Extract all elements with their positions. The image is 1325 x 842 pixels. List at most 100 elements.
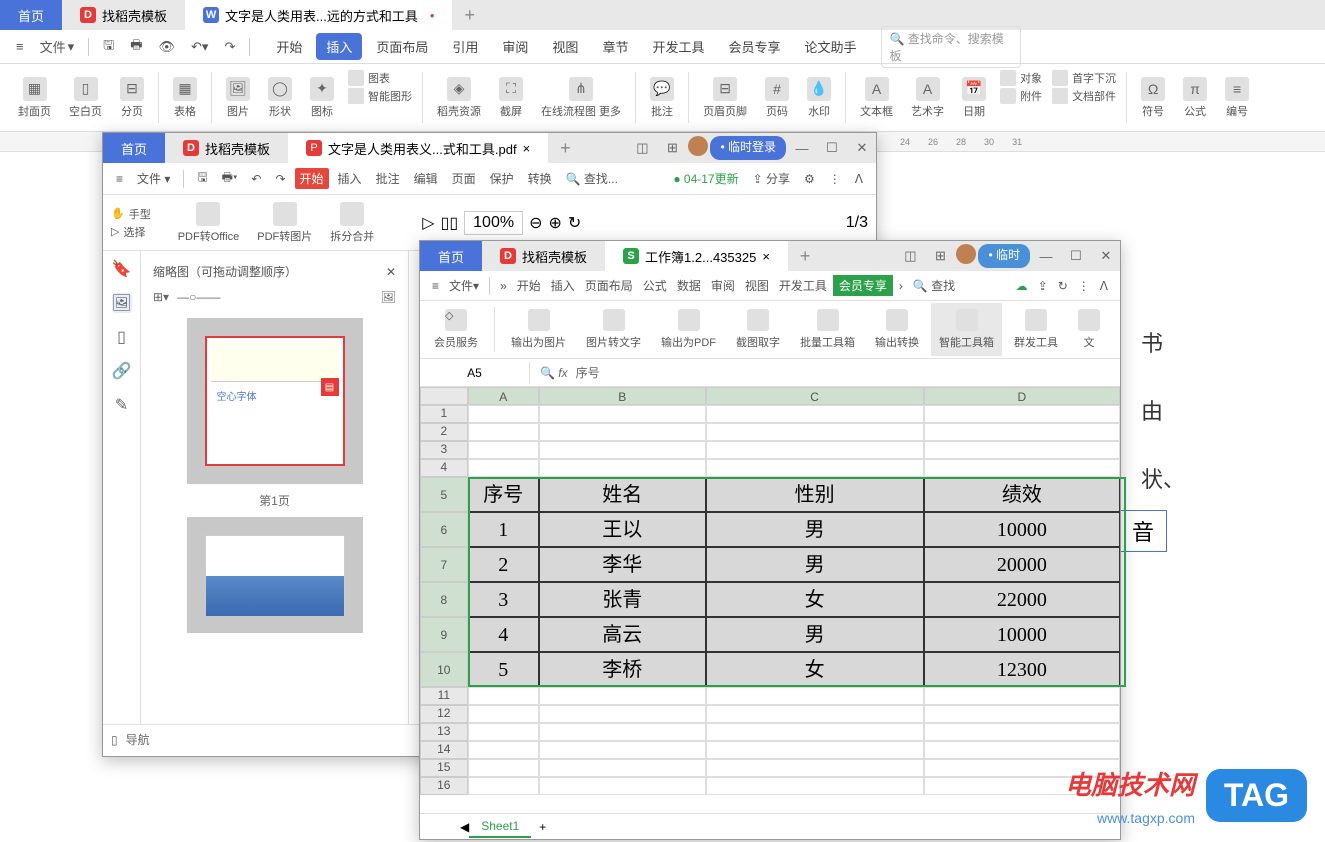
ss-login-button[interactable]: • 临时 <box>978 244 1030 268</box>
col-A[interactable]: A <box>468 387 539 405</box>
pdf-annot[interactable]: 批注 <box>371 168 405 189</box>
print-icon[interactable]: 🖶 <box>124 33 148 61</box>
rib-pageno[interactable]: #页码 <box>757 68 797 127</box>
rib-icon[interactable]: ✦图标 <box>302 68 342 127</box>
pdf-tab-doc[interactable]: P文字是人类用表义...式和工具.pdf × <box>288 133 548 163</box>
fx-icon[interactable]: 🔍 fx <box>540 366 568 380</box>
ss-rib-img2txt[interactable]: 图片转文字 <box>578 303 649 356</box>
tab-document[interactable]: W文字是人类用表...远的方式和工具• <box>185 0 452 30</box>
select-tool[interactable]: ▷ 选择 <box>111 224 151 240</box>
ss-dev[interactable]: 开发工具 <box>775 275 831 296</box>
gear-icon[interactable]: ⚙ <box>799 170 820 188</box>
pdf-tab-home[interactable]: 首页 <box>103 133 165 163</box>
thumb-page-2[interactable] <box>187 517 363 633</box>
rib-res[interactable]: ◈稻壳资源 <box>429 68 489 127</box>
menu-dev[interactable]: 开发工具 <box>642 33 714 60</box>
close-thumb-icon[interactable]: ✕ <box>386 265 396 279</box>
rib-chart[interactable]: 图表 <box>348 70 412 86</box>
rib-cover[interactable]: ▦封面页 <box>10 68 59 127</box>
rib-firstcap[interactable]: 首字下沉 <box>1052 70 1116 86</box>
ss-rib-group[interactable]: 群发工具 <box>1006 303 1066 356</box>
pdf-menu-icon[interactable]: ≡ <box>111 170 128 188</box>
nav-icon[interactable]: ▯ <box>111 733 118 747</box>
menu-icon[interactable]: ≡ <box>10 36 30 57</box>
link-icon[interactable]: 🔗 <box>112 361 132 381</box>
more-icon[interactable]: ⋮ <box>824 170 846 188</box>
update-badge[interactable]: ● 04-17更新 <box>668 168 743 189</box>
thumb-page-1[interactable]: 空心字体 ▤ <box>187 318 363 484</box>
ss-tab-home[interactable]: 首页 <box>420 241 482 271</box>
sign-icon[interactable]: ✎ <box>112 395 132 415</box>
pdf-to-img[interactable]: PDF转图片 <box>251 202 318 244</box>
login-button[interactable]: • 临时登录 <box>710 136 786 160</box>
cloud-icon[interactable]: ☁ <box>1012 277 1032 295</box>
pdf-convert[interactable]: 转换 <box>523 168 557 189</box>
pdf-to-office[interactable]: PDF转Office <box>172 202 246 244</box>
rib-crop[interactable]: ⛶截屏 <box>491 68 531 127</box>
tab-template[interactable]: D找稻壳模板 <box>62 0 185 30</box>
menu-ref[interactable]: 引用 <box>442 33 488 60</box>
pdf-edit[interactable]: 编辑 <box>409 168 443 189</box>
close-icon[interactable]: ✕ <box>848 136 876 160</box>
ss-rib-screencap[interactable]: 截图取字 <box>728 303 788 356</box>
minimize-icon[interactable]: — <box>788 136 816 160</box>
maximize-icon[interactable]: ☐ <box>1062 244 1090 268</box>
pdf-insert[interactable]: 插入 <box>333 168 367 189</box>
pdf-search[interactable]: 🔍 查找... <box>561 168 623 189</box>
spreadsheet-grid[interactable]: A B C D 1 2 3 4 5序号姓名性别绩效 61王以男10000 72李… <box>420 387 1120 795</box>
tab-home[interactable]: 首页 <box>0 0 62 30</box>
rib-parts[interactable]: 文档部件 <box>1052 88 1116 104</box>
ss-insert[interactable]: 插入 <box>547 275 579 296</box>
zoom-in-icon[interactable]: ⊕ <box>548 213 561 233</box>
cell-reference[interactable]: A5 <box>420 362 530 384</box>
col-D[interactable]: D <box>924 387 1120 405</box>
rib-pic[interactable]: 🖼图片 <box>218 68 258 127</box>
ss-rib-vip[interactable]: ◇会员服务 <box>426 303 486 356</box>
zoom-value[interactable]: 100% <box>464 211 523 235</box>
ss-rib-doc[interactable]: 文 <box>1070 303 1108 356</box>
pdf-start[interactable]: 开始 <box>295 168 329 189</box>
rib-attach[interactable]: 附件 <box>1000 88 1042 104</box>
rib-wordart[interactable]: A艺术字 <box>903 68 952 127</box>
ss-layout[interactable]: 页面布局 <box>581 275 637 296</box>
add-sheet-icon[interactable]: + <box>539 820 546 834</box>
ss-tab-template[interactable]: D找稻壳模板 <box>482 241 605 271</box>
grid2-icon[interactable]: ⊞ <box>926 244 954 268</box>
tab-add[interactable]: + <box>452 5 487 26</box>
ss-rib-outimg[interactable]: 输出为图片 <box>503 303 574 356</box>
pdf-save-icon[interactable]: 🖫 <box>192 166 212 191</box>
search-input[interactable]: 🔍 查找命令、搜索模板 <box>881 26 1021 68</box>
collapse-icon[interactable]: ᐱ <box>850 170 868 188</box>
sheet-tab[interactable]: Sheet1 <box>469 816 531 838</box>
redo-icon[interactable]: ↷ <box>218 36 241 58</box>
avatar[interactable] <box>688 136 708 156</box>
ss-rib-outpdf[interactable]: 输出为PDF <box>653 303 724 356</box>
minimize-icon[interactable]: — <box>1032 244 1060 268</box>
pdf-print-icon[interactable]: 🖶▾ <box>217 166 243 191</box>
menu-vip[interactable]: 会员专享 <box>718 33 790 60</box>
ss-data[interactable]: 数据 <box>673 275 705 296</box>
col-C[interactable]: C <box>706 387 924 405</box>
rib-shape[interactable]: ◯形状 <box>260 68 300 127</box>
ss-start[interactable]: 开始 <box>513 275 545 296</box>
menu-insert[interactable]: 插入 <box>316 33 362 60</box>
thumb-icon[interactable]: 🖼 <box>112 293 132 313</box>
pdf-tab-template[interactable]: D找稻壳模板 <box>165 133 288 163</box>
book-icon[interactable]: ▯▯ <box>441 213 459 233</box>
undo-icon[interactable]: ↶▾ <box>185 36 214 58</box>
menu-view[interactable]: 视图 <box>542 33 588 60</box>
prev-sheet-icon[interactable]: ◀ <box>460 820 469 834</box>
ss-tab-add[interactable]: + <box>788 246 823 267</box>
pdf-split[interactable]: 拆分合并 <box>324 202 380 244</box>
rib-table[interactable]: ▦表格 <box>165 68 205 127</box>
rib-formula[interactable]: π公式 <box>1175 68 1215 127</box>
pdf-tab-add[interactable]: + <box>548 138 583 159</box>
rib-wm[interactable]: 💧水印 <box>799 68 839 127</box>
ss-review[interactable]: 审阅 <box>707 275 739 296</box>
zoom-out-icon[interactable]: ⊖ <box>529 213 542 233</box>
history-icon[interactable]: ↻ <box>1054 277 1072 295</box>
rib-break[interactable]: ⊟分页 <box>112 68 152 127</box>
ss-rib-smart[interactable]: 智能工具箱 <box>931 303 1002 356</box>
col-B[interactable]: B <box>539 387 706 405</box>
menu-thesis[interactable]: 论文助手 <box>794 33 866 60</box>
